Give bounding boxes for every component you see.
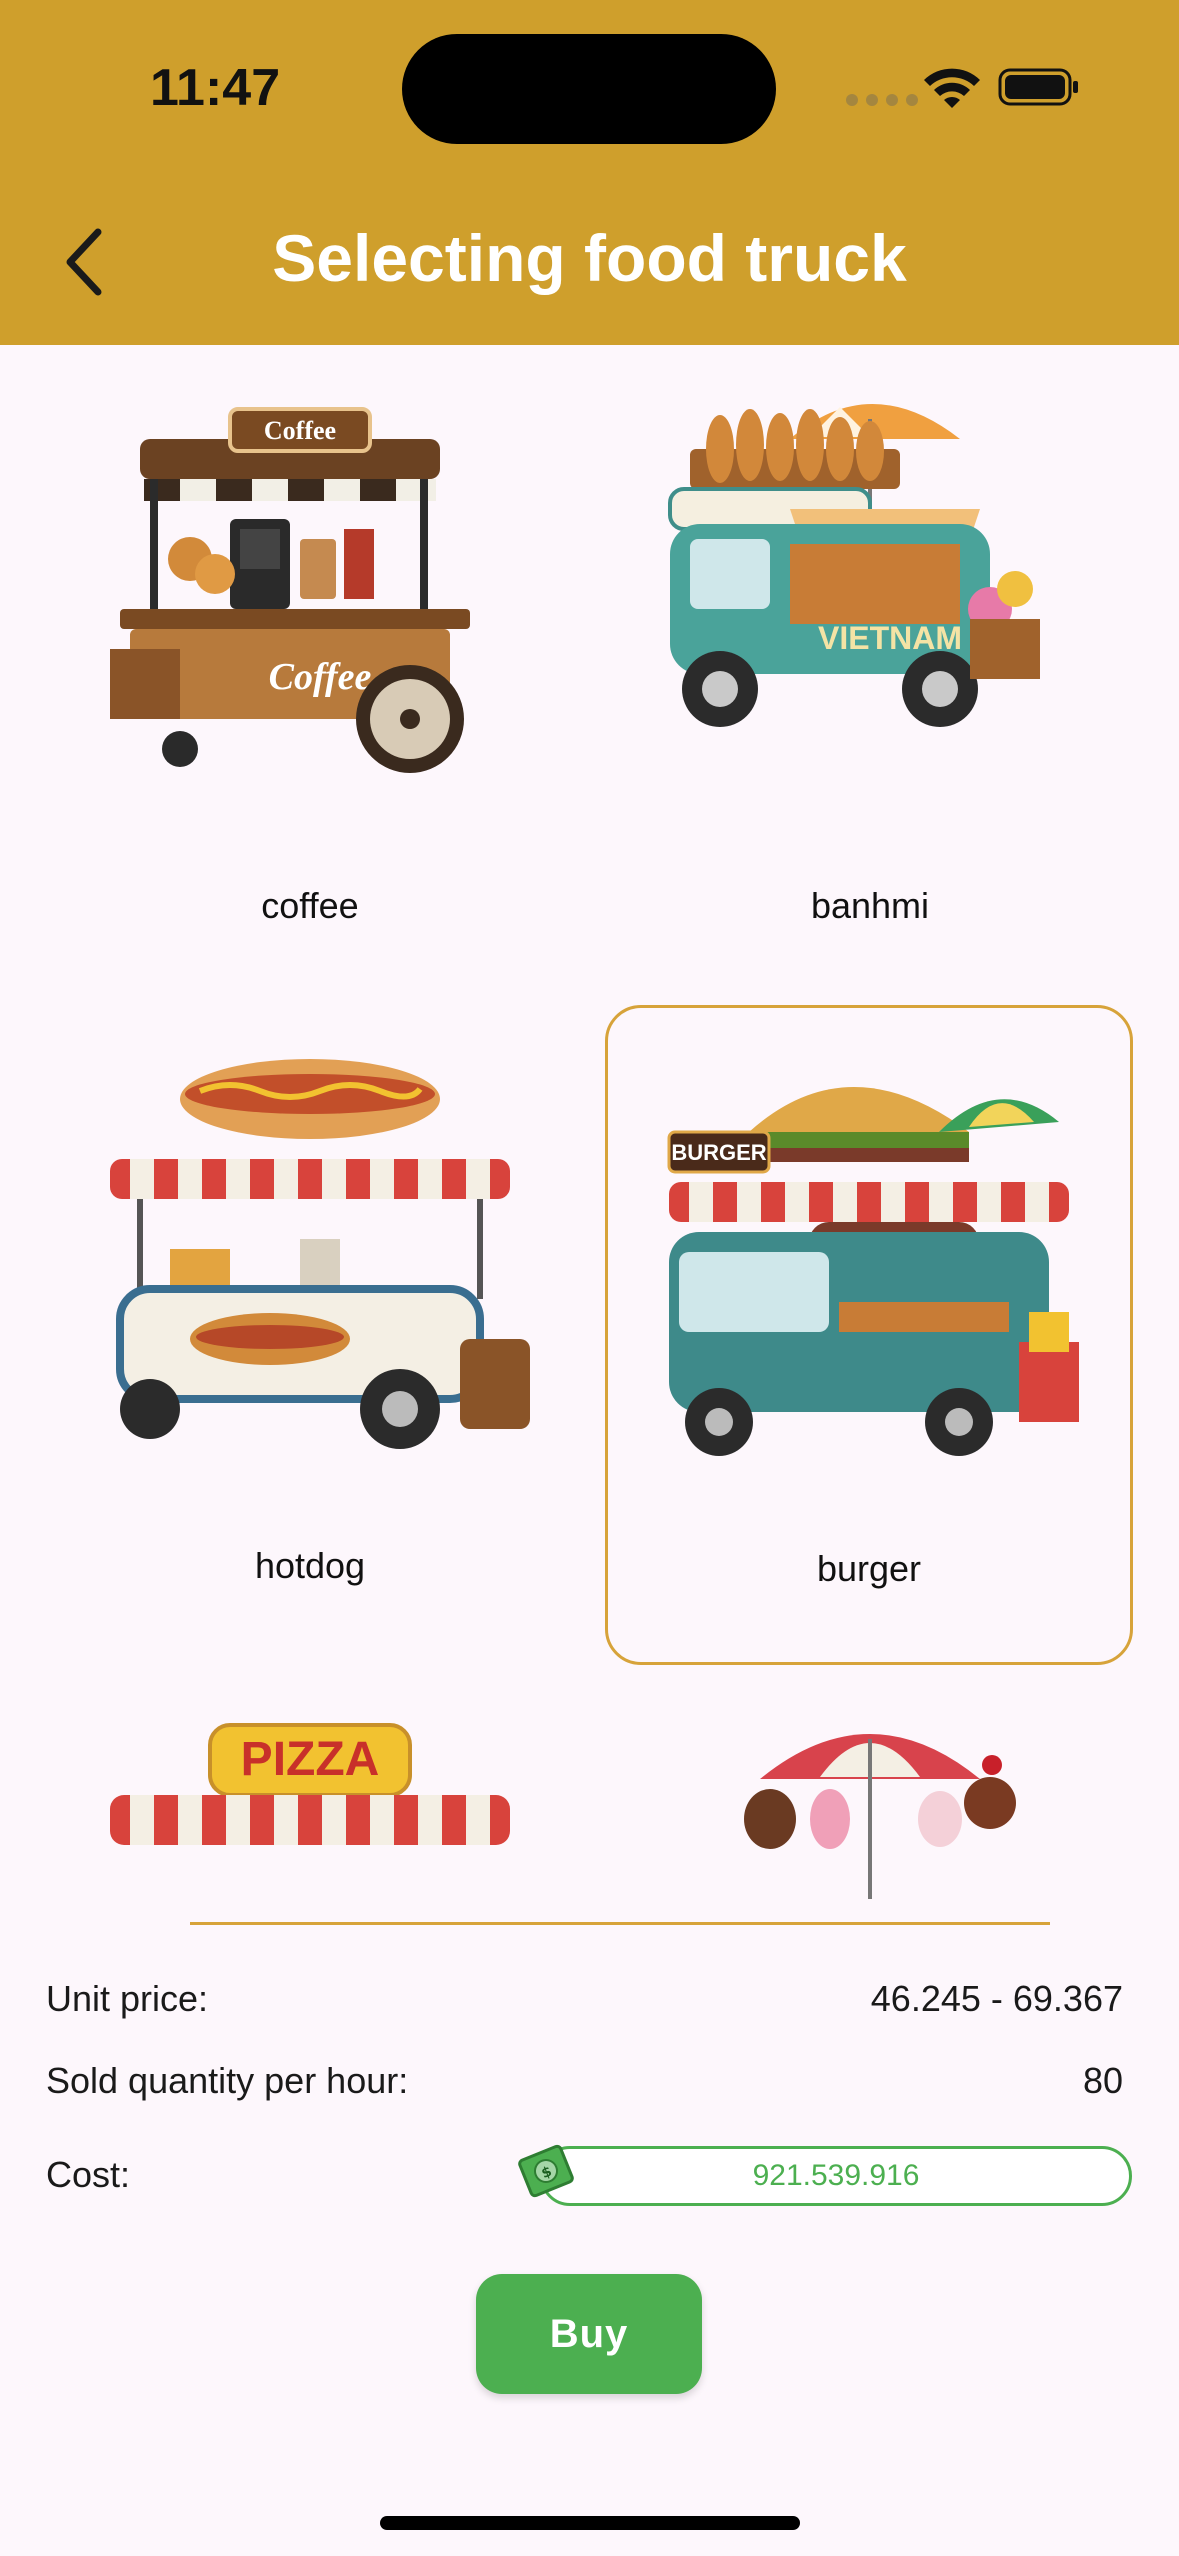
page-title: Selecting food truck <box>272 221 907 295</box>
truck-label: banhmi <box>810 885 930 926</box>
home-indicator[interactable] <box>380 2516 800 2530</box>
vietnam-text: VIETNAM <box>818 620 962 656</box>
pizza-cart-image: PIZZA <box>110 1723 510 1845</box>
cellular-signal-icon <box>846 94 918 106</box>
sold-quantity-label: Sold quantity per hour: <box>46 2060 409 2101</box>
truck-label: hotdog <box>254 1545 366 1586</box>
pizza-sign-text: PIZZA <box>241 1733 380 1786</box>
hotdog-cart-image <box>110 1059 530 1449</box>
status-time: 11:47 <box>150 59 281 117</box>
dynamic-island <box>402 34 776 144</box>
burger-truck-image: BURGER <box>667 1087 1079 1456</box>
sold-quantity-value: 80 <box>1082 2060 1123 2101</box>
truck-grid[interactable]: Coffee Coffee coffee VIETNAM banhmi hotd… <box>0 345 1179 1925</box>
burger-sign-text: BURGER <box>671 1140 766 1165</box>
buy-button[interactable]: Buy <box>476 2274 702 2394</box>
battery-icon <box>998 68 1078 106</box>
truck-card-pizza[interactable]: PIZZA pizza <box>46 1665 574 1925</box>
app-header: 11:47 Selecting food truck <box>0 0 1179 345</box>
money-icon: $ <box>518 2144 574 2198</box>
grid-divider <box>190 1922 1050 1925</box>
coffee-cart-image: Coffee Coffee <box>110 407 470 773</box>
truck-card-coffee[interactable]: Coffee Coffee coffee <box>46 345 574 1005</box>
truck-card-burger[interactable]: BURGER burger <box>605 1005 1133 1665</box>
wifi-icon <box>924 68 980 108</box>
cost-display: 921.539.916 <box>540 2146 1132 2206</box>
truck-card-icecream[interactable]: icecream <box>606 1665 1134 1925</box>
unit-price-value: 46.245 - 69.367 <box>870 1978 1123 2019</box>
banhmi-truck-image: VIETNAM <box>668 404 1040 727</box>
coffee-sign-text: Coffee <box>264 416 336 445</box>
truck-label: coffee <box>261 885 359 926</box>
unit-price-label: Unit price: <box>46 1978 209 2019</box>
cost-label: Cost: <box>46 2154 131 2195</box>
cost-value: 921.539.916 <box>752 2159 920 2192</box>
icecream-cart-image <box>744 1734 1016 1899</box>
truck-card-banhmi[interactable]: VIETNAM banhmi <box>606 345 1134 1005</box>
truck-card-hotdog[interactable]: hotdog <box>46 1005 574 1665</box>
coffee-cart-text: Coffee <box>269 656 372 698</box>
truck-label: burger <box>816 1548 922 1589</box>
